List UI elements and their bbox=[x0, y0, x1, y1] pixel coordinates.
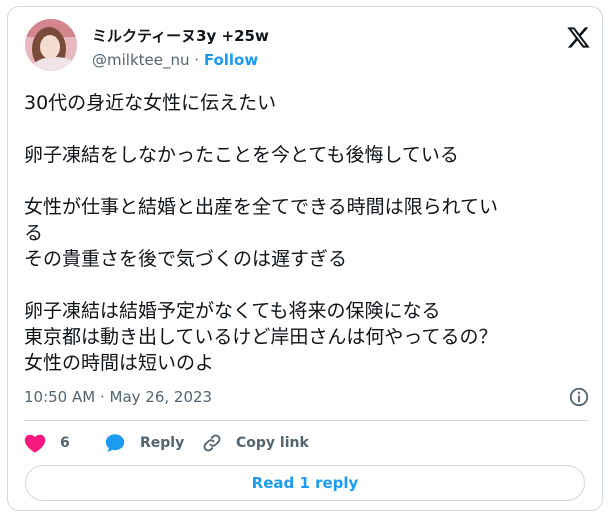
reply-bubble-icon bbox=[105, 434, 125, 453]
tweet-line: 東京都は動き出しているけど岸田さんは何やってるの？ bbox=[24, 326, 498, 348]
copy-link-button[interactable]: Copy link bbox=[202, 431, 309, 455]
reply-label: Reply bbox=[140, 435, 185, 451]
tweet-line: 卵子凍結は結婚予定がなくても将来の保険になる bbox=[24, 300, 441, 322]
info-icon[interactable] bbox=[568, 386, 590, 408]
tweet-line: 女性の時間は短いのよ bbox=[24, 352, 215, 374]
divider bbox=[24, 420, 588, 421]
heart-icon bbox=[24, 434, 46, 453]
avatar[interactable] bbox=[25, 19, 77, 71]
copy-link-label: Copy link bbox=[236, 435, 309, 451]
tweet-timestamp[interactable]: 10:50 AM · May 26, 2023 bbox=[24, 388, 212, 406]
reply-button[interactable]: Reply bbox=[104, 431, 184, 455]
handle-separator: · bbox=[189, 51, 204, 69]
tweet-line: その貴重さを後で気づくのは遅すぎる bbox=[24, 248, 348, 270]
tweet-line: る bbox=[24, 222, 44, 244]
tweet-line: 卵子凍結をしなかったことを今とても後悔している bbox=[24, 144, 459, 166]
author-handle[interactable]: @milktee_nu bbox=[92, 51, 190, 69]
x-logo-icon[interactable] bbox=[565, 25, 592, 50]
author-handle-row: @milktee_nu · Follow bbox=[92, 51, 258, 69]
follow-button[interactable]: Follow bbox=[204, 51, 258, 69]
read-replies-button[interactable]: Read 1 reply bbox=[25, 465, 585, 501]
tweet-card: ミルクティーヌ3y +25w @milktee_nu · Follow 30代の… bbox=[7, 6, 603, 511]
tweet-text: 30代の身近な女性に伝えたい 卵子凍結をしなかったことを今とても後悔している 女… bbox=[24, 90, 584, 376]
tweet-line: 女性が仕事と結婚と出産を全てできる時間は限られてい bbox=[24, 196, 499, 218]
like-button[interactable]: 6 bbox=[24, 431, 70, 455]
author-display-name[interactable]: ミルクティーヌ3y +25w bbox=[92, 25, 269, 46]
link-icon bbox=[203, 434, 221, 452]
like-count: 6 bbox=[60, 435, 70, 451]
action-bar: 6 Reply Copy link bbox=[24, 431, 584, 455]
tweet-line: 30代の身近な女性に伝えたい bbox=[24, 92, 277, 114]
